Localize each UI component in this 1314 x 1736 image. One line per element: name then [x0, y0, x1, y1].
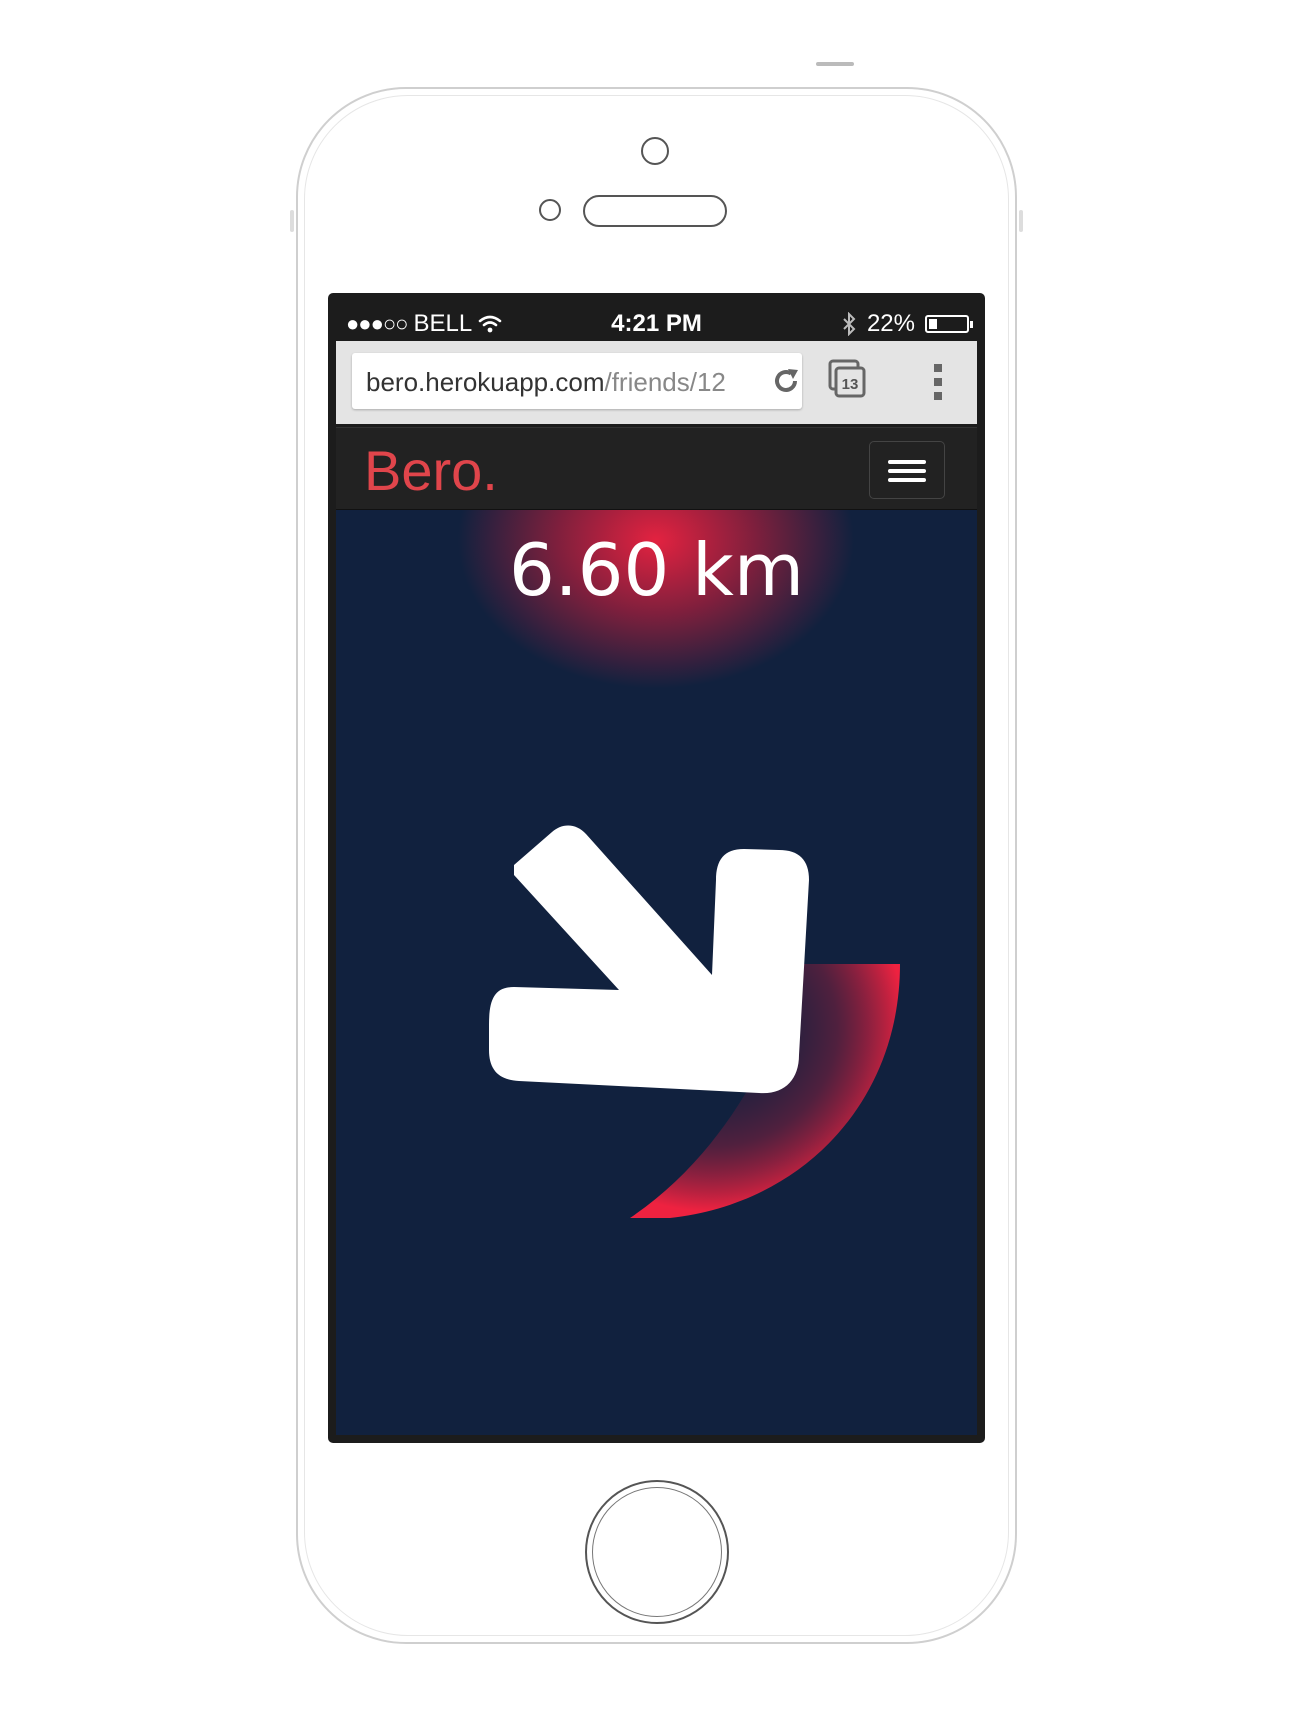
hamburger-line	[888, 469, 926, 473]
front-camera	[641, 137, 669, 165]
status-bar: ●●●○○ BELL 4:21 PM 22%	[328, 293, 985, 339]
browser-toolbar: bero.herokuapp.com/friends/12 13	[336, 341, 977, 424]
home-button[interactable]	[585, 1480, 729, 1624]
tabs-icon[interactable]: 13	[828, 359, 868, 399]
power-button	[816, 62, 854, 66]
battery-fill	[929, 319, 937, 329]
mute-switch	[290, 210, 294, 232]
hamburger-line	[888, 460, 926, 464]
phone-screen: ●●●○○ BELL 4:21 PM 22% bero.herokuapp.co…	[328, 293, 985, 1443]
hamburger-menu-button[interactable]	[869, 441, 945, 499]
url-text[interactable]: bero.herokuapp.com/friends/12	[366, 367, 726, 398]
battery-percent: 22%	[866, 310, 915, 337]
earpiece-speaker	[583, 195, 727, 227]
proximity-sensor	[539, 199, 561, 221]
url-host: bero.herokuapp.com	[366, 367, 605, 397]
brand-logo[interactable]: Bero.	[364, 438, 498, 503]
hamburger-line	[888, 478, 926, 482]
address-bar[interactable]: bero.herokuapp.com/friends/12	[352, 353, 802, 409]
direction-arrow-icon	[489, 825, 809, 1094]
overflow-menu-icon[interactable]	[933, 363, 943, 401]
reload-icon[interactable]	[772, 367, 800, 395]
status-right: 22%	[841, 310, 973, 338]
url-path: /friends/12	[604, 367, 726, 397]
site-navbar: Bero.	[336, 427, 977, 510]
side-button-right	[1019, 210, 1023, 232]
tab-count: 13	[842, 376, 859, 393]
bluetooth-icon	[843, 312, 856, 336]
battery-icon	[925, 315, 973, 333]
distance-readout: 6.60 km	[508, 528, 805, 612]
compass-view: 6.60 km	[336, 510, 977, 1435]
